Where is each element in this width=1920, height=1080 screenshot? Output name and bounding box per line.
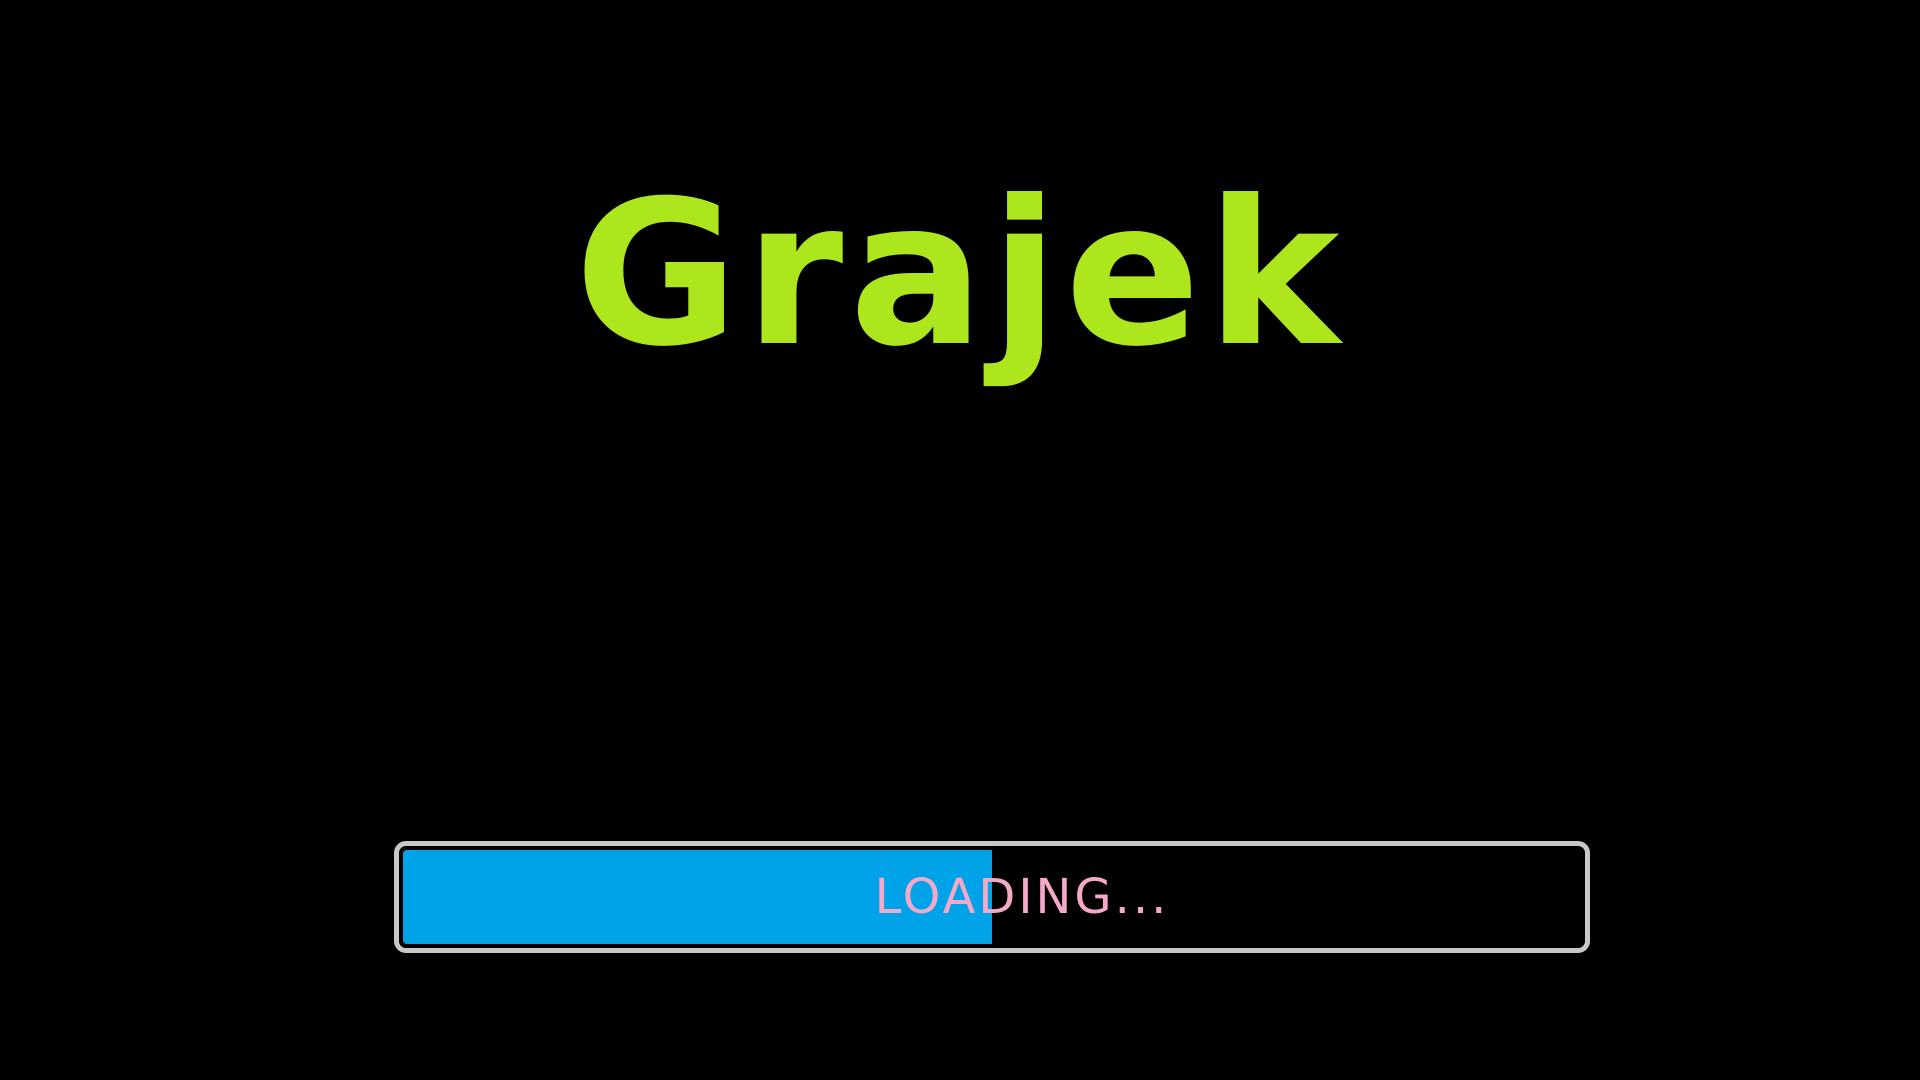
game-title: Grajek: [574, 158, 1346, 391]
loading-screen: Grajek LOADING...: [0, 0, 1920, 1080]
loading-label: LOADING...: [874, 869, 1170, 925]
loading-progress-bar: LOADING...: [394, 841, 1590, 953]
